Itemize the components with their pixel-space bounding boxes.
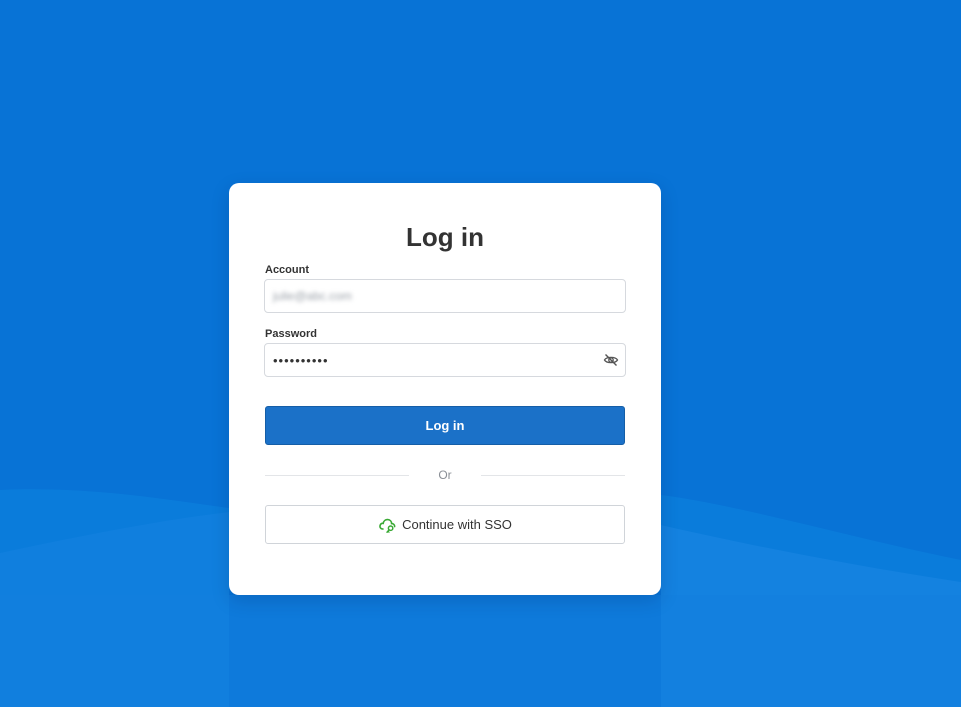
account-label: Account xyxy=(265,264,309,276)
divider-line-right xyxy=(481,475,625,476)
account-input[interactable] xyxy=(265,280,603,312)
page-title: Log in xyxy=(406,222,484,252)
password-input[interactable] xyxy=(265,344,603,376)
cloud-key-icon xyxy=(378,516,398,534)
login-card: Log in Account Password Log in Or xyxy=(229,183,661,595)
sso-button-label: Continue with SSO xyxy=(402,517,512,532)
login-button[interactable]: Log in xyxy=(265,406,625,445)
account-field-container xyxy=(264,279,626,313)
sso-button[interactable]: Continue with SSO xyxy=(265,505,625,544)
or-divider: Or xyxy=(265,467,625,483)
eye-off-icon[interactable] xyxy=(603,352,619,368)
password-label: Password xyxy=(265,328,317,340)
password-field-container xyxy=(264,343,626,377)
